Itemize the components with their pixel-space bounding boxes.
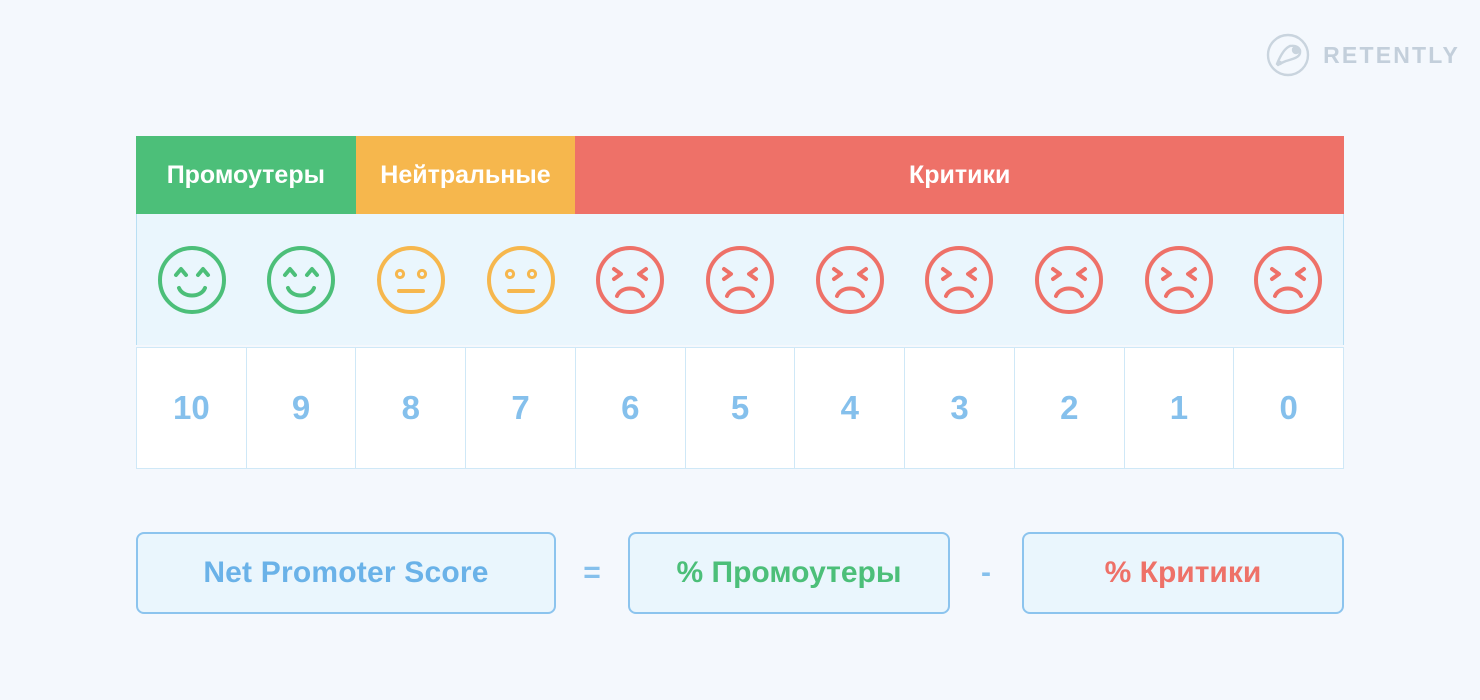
category-label-promoters: Промоутеры — [166, 160, 325, 189]
category-header-detractors: Критики — [575, 136, 1345, 214]
score-cell-8[interactable]: 8 — [355, 347, 467, 469]
sad-face-icon — [814, 244, 886, 316]
face-cell-10[interactable] — [137, 214, 247, 345]
formula-box-nps: Net Promoter Score — [136, 532, 556, 614]
face-cell-7[interactable] — [466, 214, 576, 345]
score-cell-7[interactable]: 7 — [465, 347, 576, 469]
retently-circle-swoosh-icon — [1265, 32, 1311, 78]
face-cell-4[interactable] — [795, 214, 905, 345]
score-cell-9[interactable]: 9 — [245, 347, 357, 469]
face-cell-6[interactable] — [576, 214, 686, 345]
formula-equals-sign: = — [583, 556, 601, 589]
formula-label-detractors: % Критики — [1104, 556, 1262, 589]
face-cell-8[interactable] — [356, 214, 466, 345]
score-cell-0[interactable]: 0 — [1233, 347, 1345, 469]
face-cell-0[interactable] — [1233, 214, 1343, 345]
nps-scale: Промоутеры Нейтральные Критики 10 9 8 7 … — [136, 136, 1345, 469]
face-cell-1[interactable] — [1124, 214, 1234, 345]
retently-logo: RETENTLY — [1265, 32, 1460, 78]
face-cell-3[interactable] — [904, 214, 1014, 345]
category-header-passives: Нейтральные — [355, 136, 576, 214]
score-cell-6[interactable]: 6 — [574, 347, 686, 469]
sad-face-icon — [923, 244, 995, 316]
happy-face-icon — [265, 244, 337, 316]
sad-face-icon — [1143, 244, 1215, 316]
sad-face-icon — [704, 244, 776, 316]
category-label-passives: Нейтральные — [380, 160, 551, 189]
score-cell-2[interactable]: 2 — [1013, 347, 1125, 469]
happy-face-icon — [156, 244, 228, 316]
formula-minus-sign: - — [981, 556, 991, 589]
face-row — [136, 214, 1344, 345]
neutral-face-icon — [485, 244, 557, 316]
face-cell-5[interactable] — [685, 214, 795, 345]
score-number-row: 10 9 8 7 6 5 4 3 2 1 0 — [136, 347, 1345, 469]
formula-label-nps: Net Promoter Score — [203, 556, 489, 589]
neutral-face-icon — [375, 244, 447, 316]
category-header-row: Промоутеры Нейтральные Критики — [136, 136, 1345, 214]
sad-face-icon — [1033, 244, 1105, 316]
brand-name: RETENTLY — [1323, 41, 1460, 68]
nps-formula: Net Promoter Score = % Промоутеры - % Кр… — [136, 532, 1344, 614]
score-cell-1[interactable]: 1 — [1123, 347, 1235, 469]
sad-face-icon — [594, 244, 666, 316]
score-cell-5[interactable]: 5 — [684, 347, 796, 469]
formula-box-promoters: % Промоутеры — [628, 532, 950, 614]
score-cell-3[interactable]: 3 — [904, 347, 1015, 469]
category-label-detractors: Критики — [908, 160, 1011, 189]
category-header-promoters: Промоутеры — [136, 136, 356, 214]
score-cell-10[interactable]: 10 — [136, 347, 247, 469]
formula-box-detractors: % Критики — [1022, 532, 1344, 614]
score-cell-4[interactable]: 4 — [794, 347, 906, 469]
sad-face-icon — [1252, 244, 1324, 316]
face-cell-2[interactable] — [1014, 214, 1124, 345]
formula-label-promoters: % Промоутеры — [676, 556, 902, 589]
face-cell-9[interactable] — [247, 214, 357, 345]
